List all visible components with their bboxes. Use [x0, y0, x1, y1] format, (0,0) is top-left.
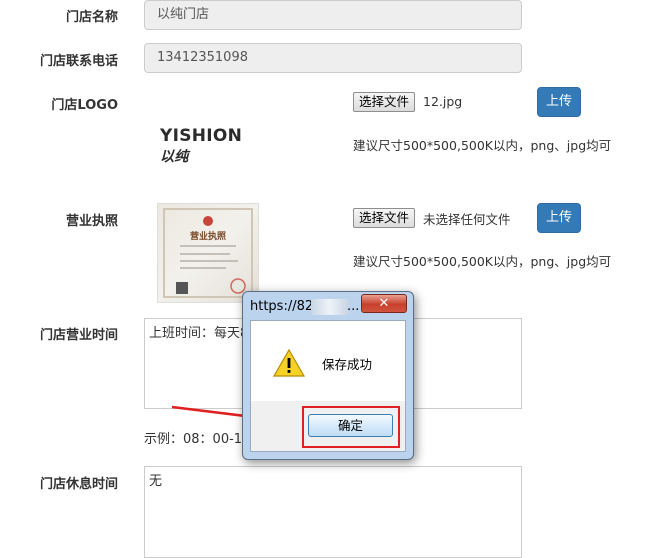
license-choose-file-button[interactable]: 选择文件	[353, 208, 416, 228]
dialog-body: 保存成功 确定	[250, 320, 406, 452]
license-graphic	[163, 208, 253, 298]
dialog-title-ellipsis: ...	[347, 299, 360, 314]
logo-text-latin: YISHION	[160, 126, 243, 146]
license-upload-button[interactable]: 上传	[537, 203, 581, 233]
business-license-label: 营业执照	[65, 214, 118, 229]
business-hours-example: 示例：08：00-10	[144, 432, 251, 447]
dialog-title-url: https://82	[250, 299, 314, 314]
store-name-label: 门店名称	[65, 10, 118, 25]
store-phone-label: 门店联系电话	[39, 54, 118, 69]
dialog-close-button[interactable]: ✕	[361, 294, 407, 313]
warning-icon	[273, 348, 305, 377]
business-hours-label: 门店营业时间	[39, 328, 118, 343]
logo-size-hint: 建议尺寸500*500,500K以内，png、jpg均可	[353, 138, 612, 153]
alert-dialog: https://82 ... ✕ 保存成功 确定	[242, 291, 414, 460]
dialog-title: https://82	[250, 299, 313, 314]
store-logo-image: YISHION 以纯	[160, 126, 260, 165]
logo-choose-file-button[interactable]: 选择文件	[353, 92, 416, 112]
dialog-message: 保存成功	[322, 357, 373, 372]
license-file-name: 未选择任何文件	[423, 212, 511, 227]
store-phone-field[interactable]: 13412351098	[144, 43, 522, 73]
rest-time-label: 门店休息时间	[39, 477, 118, 492]
license-title: 营业执照	[189, 232, 226, 242]
license-size-hint: 建议尺寸500*500,500K以内，png、jpg均可	[353, 254, 612, 269]
logo-text-cn: 以纯	[160, 149, 189, 165]
rest-time-textarea[interactable]: 无	[144, 466, 522, 558]
logo-file-name: 12.jpg	[423, 94, 463, 109]
dialog-title-redacted	[311, 299, 349, 315]
dialog-ok-button[interactable]: 确定	[308, 414, 393, 437]
store-logo-label: 门店LOGO	[51, 98, 118, 113]
business-license-image: 营业执照	[157, 203, 259, 303]
store-name-field[interactable]: 以纯门店	[144, 0, 522, 30]
logo-upload-button[interactable]: 上传	[537, 87, 581, 117]
